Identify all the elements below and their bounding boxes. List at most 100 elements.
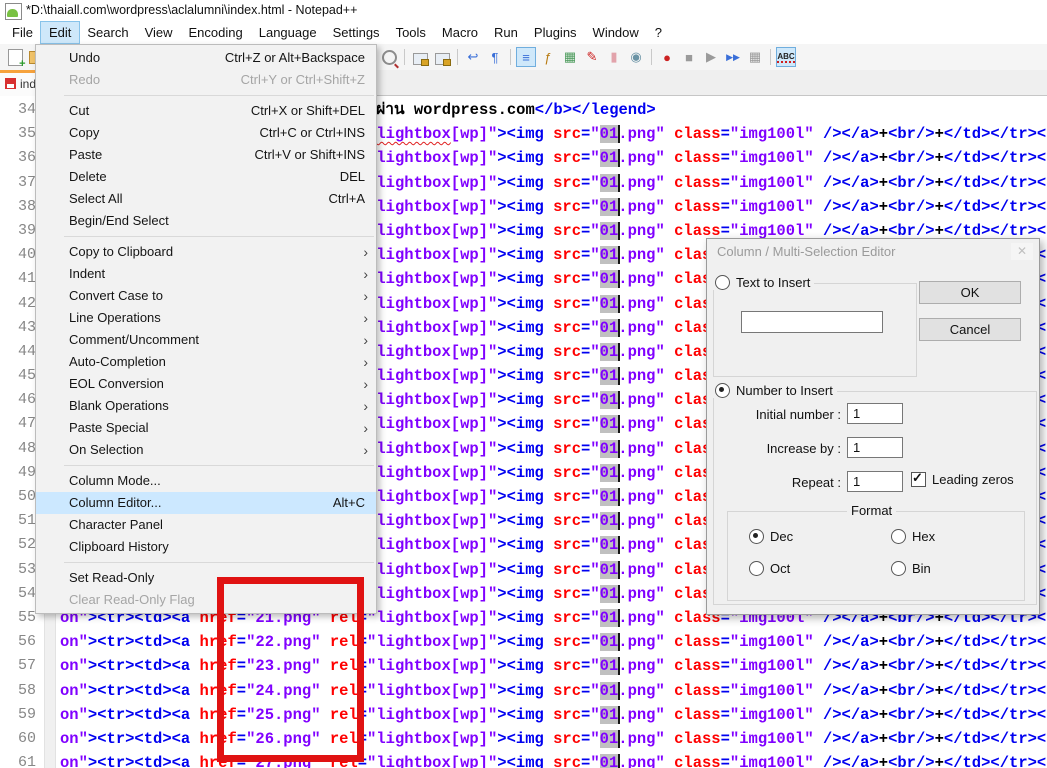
code-segment: lightbox — [376, 609, 450, 627]
menu-item-begin-end-select[interactable]: Begin/End Select — [36, 210, 376, 232]
folder-as-workspace-icon[interactable]: ▮ — [604, 47, 624, 67]
zoom-icon[interactable] — [379, 47, 399, 67]
menu-item-copy[interactable]: CopyCtrl+C or Ctrl+INS — [36, 122, 376, 144]
spell-check-icon[interactable]: ABC — [776, 47, 796, 67]
menubar-item-view[interactable]: View — [137, 22, 181, 43]
menubar-item-encoding[interactable]: Encoding — [181, 22, 251, 43]
menu-item-paste[interactable]: PasteCtrl+V or Shift+INS — [36, 144, 376, 166]
code-segment: class — [674, 706, 721, 724]
menu-item-column-mode[interactable]: Column Mode... — [36, 470, 376, 492]
dec-radio[interactable] — [749, 529, 764, 544]
line-number: 49 — [0, 461, 36, 485]
menubar-item-tools[interactable]: Tools — [388, 22, 434, 43]
menu-item-indent[interactable]: Indent› — [36, 263, 376, 285]
code-segment — [814, 198, 823, 216]
run-macro-multiple-icon[interactable]: ▶▶ — [723, 47, 743, 67]
code-segment: [wp]" — [451, 174, 498, 192]
format-caption: Format — [847, 503, 896, 518]
code-segment: > — [88, 633, 97, 651]
word-wrap-icon[interactable]: ↩ — [463, 47, 483, 67]
line-number: 50 — [0, 485, 36, 509]
code-segment: " — [590, 561, 599, 579]
cancel-button[interactable]: Cancel — [919, 318, 1021, 341]
increase-by-input[interactable] — [847, 437, 903, 458]
line-number: 45 — [0, 364, 36, 388]
menu-item-delete[interactable]: DeleteDEL — [36, 166, 376, 188]
code-segment: <img — [507, 270, 554, 288]
menu-item-select-all[interactable]: Select AllCtrl+A — [36, 188, 376, 210]
code-segment: "img100l" — [730, 754, 814, 768]
code-line[interactable]: on"><tr><td><a href="26.png" rel="lightb… — [60, 727, 1047, 751]
menu-item-convert-case-to[interactable]: Convert Case to› — [36, 285, 376, 307]
stop-recording-icon[interactable]: ■ — [679, 47, 699, 67]
new-file-icon[interactable] — [5, 47, 25, 67]
menu-item-paste-special[interactable]: Paste Special› — [36, 417, 376, 439]
document-list-icon[interactable]: ✎ — [582, 47, 602, 67]
menubar-item-language[interactable]: Language — [251, 22, 325, 43]
menu-item-copy-to-clipboard[interactable]: Copy to Clipboard› — [36, 241, 376, 263]
menubar-item-edit[interactable]: Edit — [41, 22, 79, 43]
menu-item-comment-uncomment[interactable]: Comment/Uncomment› — [36, 329, 376, 351]
text-to-insert-input[interactable] — [741, 311, 883, 333]
code-segment: = — [581, 754, 590, 768]
dialog-close-button[interactable]: ✕ — [1011, 243, 1033, 260]
hex-radio[interactable] — [891, 529, 906, 544]
menu-item-cut[interactable]: CutCtrl+X or Shift+DEL — [36, 100, 376, 122]
menu-item-auto-completion[interactable]: Auto-Completion› — [36, 351, 376, 373]
function-list-icon[interactable]: ƒ — [538, 47, 558, 67]
sync-vertical-scroll-icon[interactable] — [410, 47, 430, 67]
menu-item-eol-conversion[interactable]: EOL Conversion› — [36, 373, 376, 395]
document-map-icon[interactable]: ▦ — [560, 47, 580, 67]
number-to-insert-radio[interactable] — [715, 383, 730, 398]
hex-label: Hex — [912, 529, 935, 544]
repeat-input[interactable] — [847, 471, 903, 492]
toolbar-separator — [651, 49, 652, 65]
menubar-item-[interactable]: ? — [647, 22, 670, 43]
ok-button[interactable]: OK — [919, 281, 1021, 304]
leading-zeros-checkbox[interactable] — [911, 472, 926, 487]
code-segment: "img100l" — [730, 730, 814, 748]
text-to-insert-radio[interactable] — [715, 275, 730, 290]
menu-item-clipboard-history[interactable]: Clipboard History — [36, 536, 376, 558]
menubar-item-settings[interactable]: Settings — [325, 22, 388, 43]
monitoring-icon[interactable]: ◉ — [626, 47, 646, 67]
code-line[interactable]: on"><tr><td><a href="23.png" rel="lightb… — [60, 654, 1047, 678]
code-line[interactable]: on"><tr><td><a href="25.png" rel="lightb… — [60, 703, 1047, 727]
menu-item-blank-operations[interactable]: Blank Operations› — [36, 395, 376, 417]
code-segment: <img — [507, 682, 554, 700]
code-line[interactable]: on"><tr><td><a href="22.png" rel="lightb… — [60, 630, 1047, 654]
bin-radio[interactable] — [891, 561, 906, 576]
menubar-item-search[interactable]: Search — [79, 22, 136, 43]
playback-macro-icon[interactable]: ▶ — [701, 47, 721, 67]
submenu-arrow-icon: › — [363, 351, 368, 373]
code-segment: + — [935, 730, 944, 748]
code-segment: = — [581, 270, 590, 288]
code-line[interactable]: on"><tr><td><a href="24.png" rel="lightb… — [60, 679, 1047, 703]
code-segment: <img — [507, 633, 554, 651]
code-segment: lightbox — [376, 270, 450, 288]
show-all-characters-icon[interactable]: ¶ — [485, 47, 505, 67]
menubar-item-window[interactable]: Window — [585, 22, 647, 43]
menu-item-on-selection[interactable]: On Selection› — [36, 439, 376, 461]
code-segment: = — [581, 343, 590, 361]
code-segment: [wp]" — [451, 657, 498, 675]
menu-item-undo[interactable]: UndoCtrl+Z or Alt+Backspace — [36, 47, 376, 69]
menubar-item-macro[interactable]: Macro — [434, 22, 486, 43]
menu-item-character-panel[interactable]: Character Panel — [36, 514, 376, 536]
line-number: 60 — [0, 727, 36, 751]
save-macro-icon[interactable]: ▦ — [745, 47, 765, 67]
code-segment: > — [497, 464, 506, 482]
oct-radio[interactable] — [749, 561, 764, 576]
code-segment: <img — [507, 198, 554, 216]
menu-item-line-operations[interactable]: Line Operations› — [36, 307, 376, 329]
menubar-item-plugins[interactable]: Plugins — [526, 22, 585, 43]
start-recording-icon[interactable]: ● — [657, 47, 677, 67]
code-line[interactable]: on"><tr><td><a href="27.png" rel="lightb… — [60, 751, 1047, 768]
sync-horizontal-scroll-icon[interactable] — [432, 47, 452, 67]
menubar-item-file[interactable]: File — [4, 22, 41, 43]
menubar-item-run[interactable]: Run — [486, 22, 526, 43]
code-segment: > — [497, 367, 506, 385]
initial-number-input[interactable] — [847, 403, 903, 424]
menu-item-column-editor[interactable]: Column Editor...Alt+C — [36, 492, 376, 514]
show-indent-guide-icon[interactable]: ≡ — [516, 47, 536, 67]
